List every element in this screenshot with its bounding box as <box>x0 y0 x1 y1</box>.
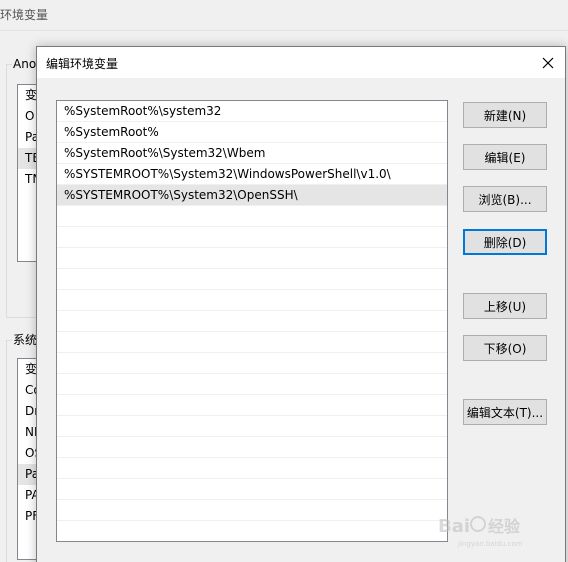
parent-window-title: 环境变量 <box>0 8 49 22</box>
empty-row[interactable]: . <box>57 248 447 269</box>
path-row[interactable]: %SystemRoot% <box>57 122 447 143</box>
dialog-titlebar: 编辑环境变量 <box>37 47 565 78</box>
path-row[interactable]: %SYSTEMROOT%\System32\WindowsPowerShell\… <box>57 164 447 185</box>
browse-button[interactable]: 浏览(B)... <box>463 186 547 212</box>
empty-row[interactable]: . <box>57 479 447 500</box>
path-row-selected[interactable]: %SYSTEMROOT%\System32\OpenSSH\ <box>57 185 447 206</box>
empty-row[interactable]: . <box>57 353 447 374</box>
svg-text:jingyan.baidu.com: jingyan.baidu.com <box>457 540 523 548</box>
system-variables-label: 系统 <box>12 331 39 348</box>
empty-row[interactable]: . <box>57 206 447 227</box>
empty-row[interactable]: . <box>57 500 447 521</box>
svg-text:经验: 经验 <box>488 517 521 536</box>
path-row[interactable]: %SystemRoot%\system32 <box>57 101 447 122</box>
path-list[interactable]: %SystemRoot%\system32 %SystemRoot% %Syst… <box>56 100 448 542</box>
empty-row[interactable]: . <box>57 227 447 248</box>
empty-row[interactable]: . <box>57 437 447 458</box>
empty-row[interactable]: . <box>57 269 447 290</box>
user-variables-label: Ano <box>12 57 38 71</box>
empty-row[interactable]: . <box>57 395 447 416</box>
empty-row[interactable]: . <box>57 311 447 332</box>
empty-row[interactable]: . <box>57 332 447 353</box>
svg-text:Bai: Bai <box>438 516 470 537</box>
empty-row[interactable]: . <box>57 374 447 395</box>
screen: 环境变量 Ano 变 O Pa TE TN 系统 变 Co Dr NI OS P… <box>0 0 568 562</box>
move-down-button[interactable]: 下移(O) <box>463 335 547 361</box>
empty-row[interactable]: . <box>57 416 447 437</box>
edit-text-button[interactable]: 编辑文本(T)... <box>463 399 547 425</box>
empty-row[interactable]: . <box>57 458 447 479</box>
delete-button[interactable]: 删除(D) <box>463 229 547 255</box>
empty-row[interactable]: . <box>57 521 447 541</box>
path-row[interactable]: %SystemRoot%\System32\Wbem <box>57 143 447 164</box>
close-button[interactable] <box>531 47 565 78</box>
close-icon <box>542 57 554 68</box>
new-button[interactable]: 新建(N) <box>463 102 547 128</box>
baidu-logo-icon: Bai 经验 jingyan.baidu.com <box>438 516 523 548</box>
dialog-title: 编辑环境变量 <box>46 57 119 71</box>
edit-env-variable-dialog: 编辑环境变量 %SystemRoot%\system32 %SystemRoot… <box>36 46 566 562</box>
empty-row[interactable]: . <box>57 290 447 311</box>
title-divider <box>0 30 568 31</box>
edit-button[interactable]: 编辑(E) <box>463 144 547 170</box>
baidu-jingyan-watermark: Bai 经验 jingyan.baidu.com <box>438 510 538 550</box>
move-up-button[interactable]: 上移(U) <box>463 293 547 319</box>
